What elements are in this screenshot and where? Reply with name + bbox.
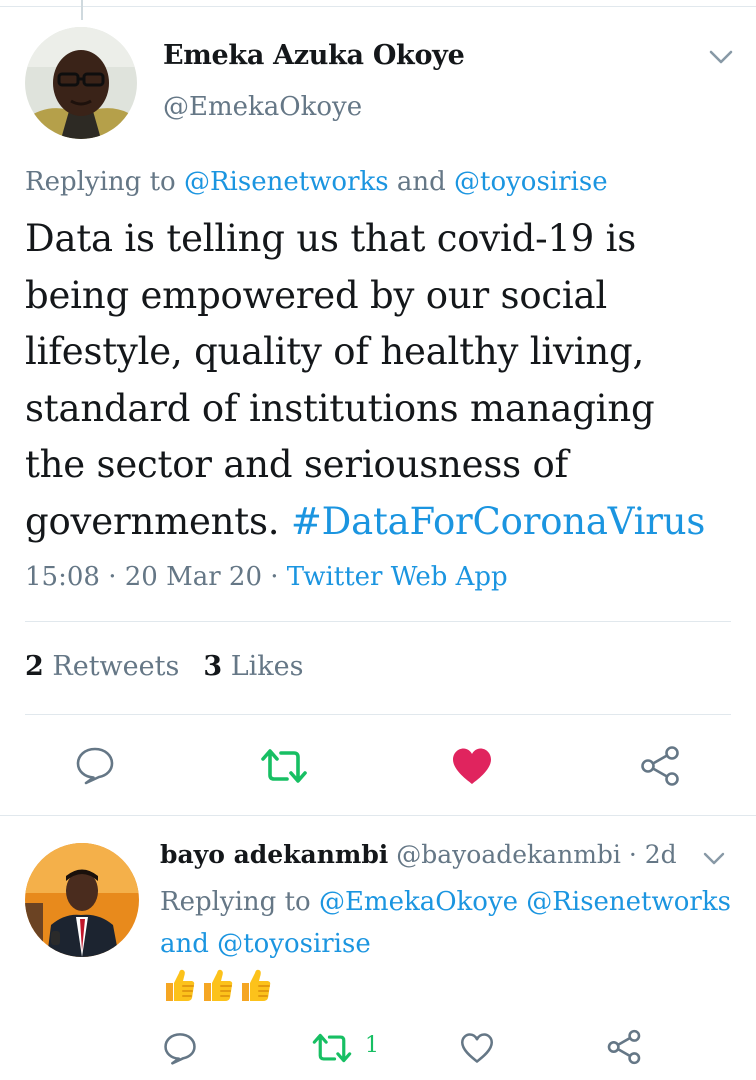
replying-and: and — [160, 929, 209, 959]
tweet-text-line: being empowered by our social — [25, 273, 608, 317]
thumbs-up-emoji-icon — [166, 969, 195, 1001]
replying-prefix: Replying to — [25, 167, 176, 197]
mention-link[interactable]: @Risenetworks — [184, 167, 389, 197]
tweet-text-line-last: governments. #DataForCoronaVirus — [25, 494, 745, 551]
speech-bubble-icon — [76, 747, 114, 785]
author-name[interactable]: Emeka Azuka Okoye — [163, 40, 465, 71]
engagement-stats: 2 Retweets 3 Likes — [25, 651, 303, 682]
thumbs-up-emoji-icon — [204, 969, 233, 1001]
mention-link[interactable]: @EmekaOkoye — [319, 887, 518, 917]
hashtag-link[interactable]: #DataForCoronaVirus — [291, 500, 706, 543]
tweet-text-fragment: governments. — [25, 499, 280, 543]
thread-connector-line — [81, 0, 83, 20]
top-divider — [0, 6, 756, 7]
tweet-date: 20 Mar 20 — [124, 562, 262, 592]
author-avatar[interactable] — [25, 27, 137, 139]
tweet-time: 15:08 — [25, 562, 100, 592]
reply-avatar-image — [25, 843, 139, 957]
heart-icon — [453, 748, 491, 784]
like-button[interactable] — [450, 745, 494, 787]
tweet-text-line: standard of institutions managing — [25, 386, 655, 430]
reply-age: 2d — [644, 840, 677, 869]
divider — [25, 621, 731, 622]
thumbs-up-emoji-icon — [242, 969, 271, 1001]
author-avatar-image — [25, 27, 137, 139]
share-button[interactable] — [638, 744, 682, 788]
likes-stat[interactable]: 3 Likes — [203, 651, 303, 682]
retweet-button[interactable] — [258, 746, 310, 786]
reply-author-avatar[interactable] — [25, 843, 139, 957]
reply-retweet-button[interactable] — [310, 1032, 354, 1064]
speech-bubble-icon — [164, 1033, 196, 1065]
retweets-stat[interactable]: 2 Retweets — [25, 651, 179, 682]
reply-more-options-button[interactable] — [700, 849, 728, 869]
heart-outline-icon — [461, 1033, 493, 1063]
more-options-button[interactable] — [706, 46, 736, 68]
reply-button[interactable] — [74, 744, 116, 786]
reply-replying-line: and @toyosirise — [160, 923, 740, 965]
reply-separator: · — [621, 840, 645, 869]
reply-header: bayo adekanmbi @bayoadekanmbi · 2d — [160, 840, 677, 869]
replying-prefix: Replying to — [160, 887, 311, 917]
tweet-separator — [0, 815, 756, 816]
chevron-down-icon — [703, 852, 725, 865]
reply-share-button[interactable] — [605, 1028, 643, 1066]
replying-to-line: Replying to @Risenetworks and @toyosiris… — [25, 167, 608, 197]
divider — [25, 714, 731, 715]
reply-retweet-count: 1 — [365, 1033, 379, 1058]
tweet-text: Data is telling us that covid-19 is bein… — [25, 211, 745, 551]
share-icon — [607, 1029, 641, 1065]
reply-like-button[interactable] — [458, 1030, 496, 1066]
reply-author-name[interactable]: bayo adekanmbi — [160, 840, 388, 869]
reply-emoji-row — [162, 967, 272, 1003]
retweets-label: Retweets — [52, 651, 180, 682]
author-handle[interactable]: @EmekaOkoye — [163, 92, 362, 122]
tweet-metadata: 15:08 · 20 Mar 20 · Twitter Web App — [25, 562, 508, 592]
mention-link[interactable]: @toyosirise — [217, 929, 371, 959]
tweet-text-line: lifestyle, quality of healthy living, — [25, 330, 645, 374]
tweet-text-line: Data is telling us that covid-19 is — [25, 217, 637, 260]
retweet-icon — [261, 749, 307, 783]
separator-dot: · — [628, 840, 637, 869]
reply-replying-line: Replying to @EmekaOkoye @Risenetworks — [160, 881, 740, 923]
meta-separator: · — [270, 562, 279, 592]
mention-link[interactable]: @Risenetworks — [526, 887, 731, 917]
mention-link[interactable]: @toyosirise — [454, 167, 608, 197]
reply-author-handle[interactable]: @bayoadekanmbi — [396, 840, 621, 869]
likes-label: Likes — [230, 651, 304, 682]
replying-and: and — [396, 167, 446, 197]
retweets-count: 2 — [25, 651, 44, 682]
reply-replying-to: Replying to @EmekaOkoye @Risenetworks an… — [160, 881, 740, 965]
likes-count: 3 — [203, 651, 223, 682]
chevron-down-icon — [709, 50, 733, 64]
tweet-source-link[interactable]: Twitter Web App — [287, 562, 508, 592]
tweet-text-line: the sector and seriousness of — [25, 443, 569, 487]
retweet-icon — [312, 1033, 352, 1063]
reply-reply-button[interactable] — [162, 1030, 198, 1066]
meta-separator: · — [108, 562, 117, 592]
share-icon — [641, 746, 679, 786]
